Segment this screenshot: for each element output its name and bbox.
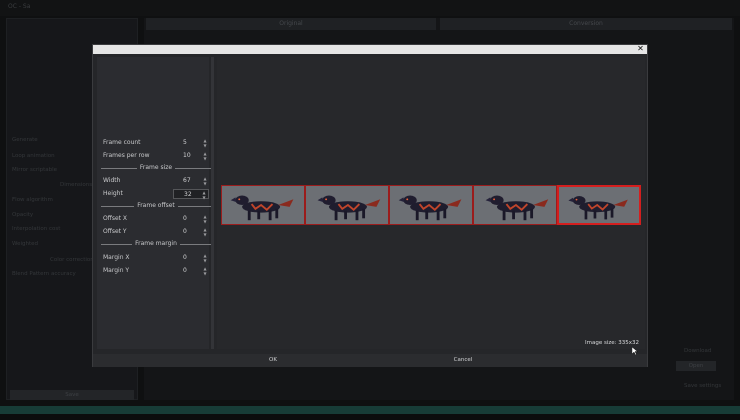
bg-item: Dimensions: [60, 182, 93, 188]
progress-bar: [0, 406, 740, 414]
bg-item: Blend Pattern accuracy: [12, 271, 76, 277]
margin-y-value: 0: [183, 267, 187, 274]
frames-per-row-row: Frames per row 10 ▲ ▼: [103, 151, 209, 161]
close-icon[interactable]: ✕: [636, 44, 645, 53]
bg-save-button: Save: [10, 390, 134, 400]
margin-y-label: Margin Y: [103, 267, 130, 274]
sprite-strip: [221, 185, 641, 225]
margin-y-spinbox[interactable]: 0 ▲ ▼: [173, 266, 209, 276]
offset-x-label: Offset X: [103, 215, 128, 222]
wolf-sprite-icon: [317, 195, 381, 221]
width-value: 67: [183, 177, 191, 184]
sprite-frame: [221, 185, 305, 225]
frame-count-spinbox[interactable]: 5 ▲ ▼: [173, 138, 209, 148]
offset-y-row: Offset Y 0 ▲ ▼: [103, 227, 209, 237]
bg-right-item: Save settings: [684, 383, 722, 389]
offset-x-spinbox[interactable]: 0 ▲ ▼: [173, 214, 209, 224]
width-label: Width: [103, 177, 121, 184]
bg-item: Mirror scriptable: [12, 167, 58, 173]
dialog-body: Frame count 5 ▲ ▼ Frames per row 10 ▲ ▼ Fr…: [93, 54, 647, 354]
offset-y-label: Offset Y: [103, 228, 127, 235]
bottom-strip: [0, 414, 740, 420]
mouse-cursor-icon: [632, 347, 638, 355]
wolf-sprite-icon: [398, 195, 462, 221]
spritesheet-dialog: ✕ Frame count 5 ▲ ▼ Frames per row 10 ▲ ▼ …: [92, 44, 648, 367]
frame-offset-section: Frame offset: [101, 202, 211, 211]
width-row: Width 67 ▲ ▼: [103, 176, 209, 186]
frame-count-value: 5: [183, 139, 187, 146]
wolf-sprite-icon: [568, 196, 628, 220]
margin-y-row: Margin Y 0 ▲ ▼: [103, 266, 209, 276]
bg-item: Opacity: [12, 212, 34, 218]
bg-right-button: Open: [676, 361, 716, 371]
bg-right-item: Download: [684, 348, 712, 354]
spin-arrows-icon[interactable]: ▲ ▼: [203, 227, 207, 237]
offset-x-row: Offset X 0 ▲ ▼: [103, 214, 209, 224]
app-titlebar: OC - Sa: [0, 0, 740, 16]
ok-button[interactable]: OK: [213, 355, 333, 366]
height-row: Height 32 ▲ ▼: [103, 189, 209, 200]
frame-offset-header: Frame offset: [134, 202, 178, 209]
spin-arrows-icon[interactable]: ▲ ▼: [203, 266, 207, 276]
frame-size-section: Frame size: [101, 164, 211, 173]
height-label: Height: [103, 190, 123, 197]
spin-arrows-icon[interactable]: ▲ ▼: [203, 214, 207, 224]
offset-y-value: 0: [183, 228, 187, 235]
wolf-sprite-icon: [485, 195, 549, 221]
height-value: 32: [184, 191, 192, 198]
frame-count-label: Frame count: [103, 139, 141, 146]
frame-margin-section: Frame margin: [101, 240, 211, 249]
sprite-frame: [473, 185, 557, 225]
frames-per-row-label: Frames per row: [103, 152, 150, 159]
spin-arrows-icon[interactable]: ▲ ▼: [203, 176, 207, 186]
spin-arrows-icon[interactable]: ▲ ▼: [203, 138, 207, 148]
spin-arrows-icon[interactable]: ▲ ▼: [203, 151, 207, 161]
bg-original-header: Original: [146, 18, 436, 30]
bg-item: Weighted: [12, 241, 39, 247]
margin-x-value: 0: [183, 254, 187, 261]
settings-panel: Frame count 5 ▲ ▼ Frames per row 10 ▲ ▼ Fr…: [97, 57, 211, 349]
bg-conversion-header: Conversion: [440, 18, 732, 30]
frame-margin-header: Frame margin: [132, 240, 180, 247]
bg-item: Color correction: [50, 257, 94, 263]
wolf-sprite-icon: [230, 195, 294, 221]
margin-x-spinbox[interactable]: 0 ▲ ▼: [173, 253, 209, 263]
frames-per-row-spinbox[interactable]: 10 ▲ ▼: [173, 151, 209, 161]
frame-count-row: Frame count 5 ▲ ▼: [103, 138, 209, 148]
sprite-frame: [389, 185, 473, 225]
offset-y-spinbox[interactable]: 0 ▲ ▼: [173, 227, 209, 237]
spin-arrows-icon[interactable]: ▲ ▼: [202, 190, 206, 200]
margin-x-label: Margin X: [103, 254, 130, 261]
offset-x-value: 0: [183, 215, 187, 222]
panel-divider[interactable]: [211, 57, 214, 349]
bg-item: Generate: [12, 137, 38, 143]
image-size-label: Image size: 335x32: [585, 340, 639, 346]
spritesheet-preview[interactable]: Image size: 335x32: [217, 57, 645, 349]
frames-per-row-value: 10: [183, 152, 191, 159]
bg-item: Interpolation cost: [12, 226, 61, 232]
dialog-titlebar: ✕: [93, 44, 647, 54]
sprite-frame: [305, 185, 389, 225]
width-spinbox[interactable]: 67 ▲ ▼: [173, 176, 209, 186]
frame-size-header: Frame size: [136, 164, 176, 171]
bg-item: Flow algorithm: [12, 197, 53, 203]
bg-item: Loop animation: [12, 153, 55, 159]
margin-x-row: Margin X 0 ▲ ▼: [103, 253, 209, 263]
cancel-button[interactable]: Cancel: [403, 355, 523, 366]
dialog-footer: OK Cancel: [93, 354, 647, 367]
sprite-frame: [557, 185, 641, 225]
app-title: OC - Sa: [8, 3, 31, 10]
height-spinbox[interactable]: 32 ▲ ▼: [173, 189, 209, 200]
spin-arrows-icon[interactable]: ▲ ▼: [203, 253, 207, 263]
